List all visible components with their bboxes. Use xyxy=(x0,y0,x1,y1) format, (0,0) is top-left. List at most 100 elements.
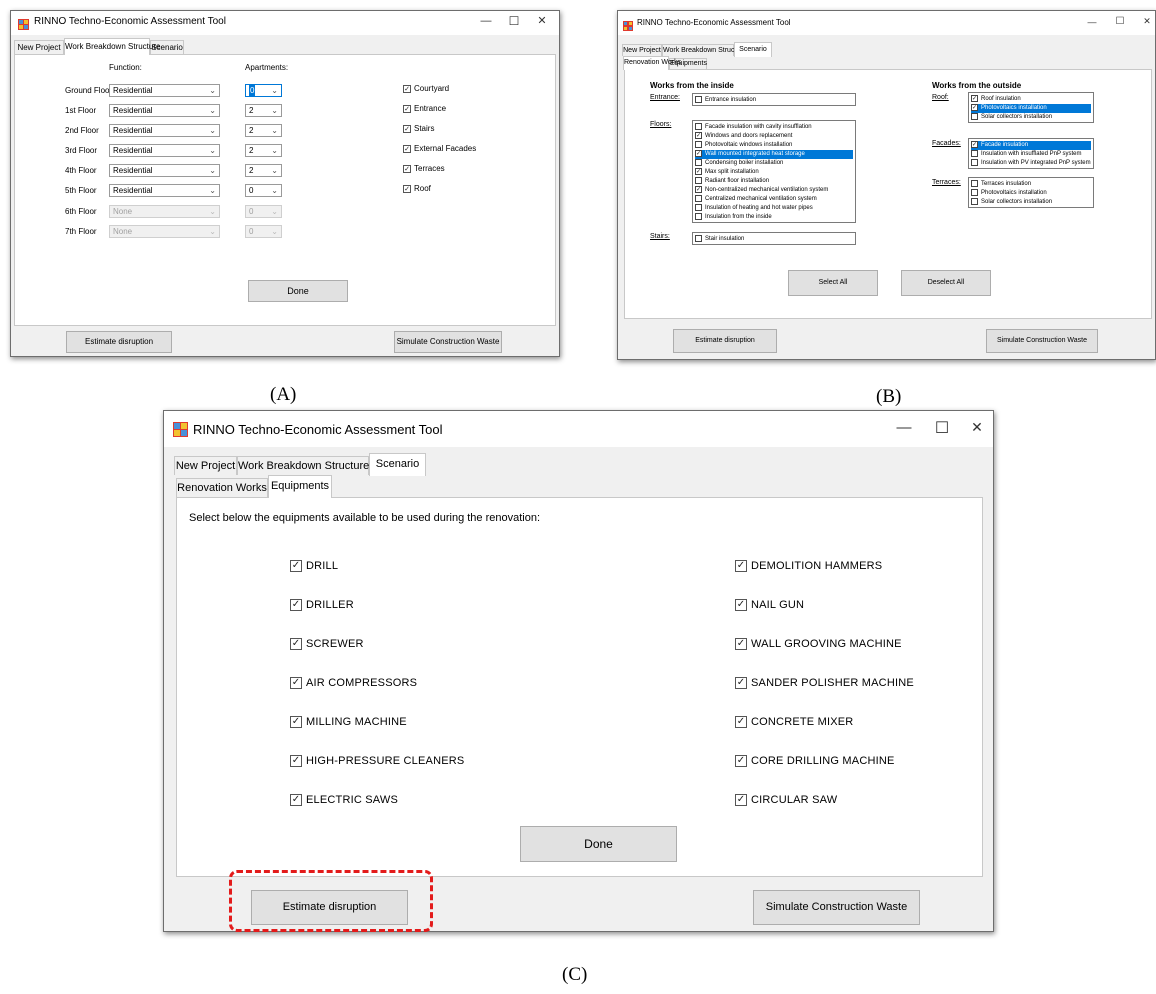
equipment-checkbox[interactable]: ✓ CONCRETE MIXER xyxy=(735,716,854,729)
floors-listbox[interactable]: Facade insulation with cavity insufflati… xyxy=(692,120,856,223)
list-item[interactable]: Insulation with PV integrated PnP system xyxy=(971,159,1091,168)
apartments-select[interactable]: 2 ⌄ xyxy=(245,164,282,177)
tab-new-project[interactable]: New Project xyxy=(622,44,662,56)
done-button[interactable]: Done xyxy=(520,826,677,862)
checkbox-box xyxy=(695,204,702,211)
equipment-checkbox[interactable]: ✓ ELECTRIC SAWS xyxy=(290,794,398,807)
tab-new-project[interactable]: New Project xyxy=(174,456,237,475)
list-item[interactable]: ✓ Roof insulation xyxy=(971,95,1091,104)
apartments-select[interactable]: 2 ⌄ xyxy=(245,104,282,117)
list-item[interactable]: Insulation with insufflated PnP system xyxy=(971,150,1091,159)
equipment-checkbox[interactable]: ✓ HIGH-PRESSURE CLEANERS xyxy=(290,755,464,768)
list-item[interactable]: Terraces insulation xyxy=(971,180,1091,189)
equipment-label: CONCRETE MIXER xyxy=(751,716,854,728)
function-select[interactable]: Residential ⌄ xyxy=(109,184,220,197)
checkbox-label: Roof xyxy=(414,184,431,193)
list-item[interactable]: Photovoltaics installation xyxy=(971,189,1091,198)
area-checkbox[interactable]: ✓ External Facades xyxy=(403,144,476,153)
simulate-construction-waste-button[interactable]: Simulate Construction Waste xyxy=(753,890,920,925)
list-item[interactable]: ✓ Non-centralized mechanical ventilation … xyxy=(695,186,853,195)
tab-new-project[interactable]: New Project xyxy=(14,40,64,54)
simulate-construction-waste-button[interactable]: Simulate Construction Waste xyxy=(986,329,1098,353)
area-checkbox[interactable]: ✓ Stairs xyxy=(403,124,434,133)
floor-label: Ground Floor xyxy=(65,86,113,95)
equipment-checkbox[interactable]: ✓ CIRCULAR SAW xyxy=(735,794,837,807)
terraces-listbox[interactable]: Terraces insulation Photovoltaics install… xyxy=(968,177,1094,208)
area-checkbox[interactable]: ✓ Courtyard xyxy=(403,84,449,93)
window-a: RINNO Techno-Economic Assessment Tool — … xyxy=(10,10,560,357)
facades-listbox[interactable]: ✓ Facade insulation Insulation with insuff… xyxy=(968,138,1094,169)
apartments-select[interactable]: 2 ⌄ xyxy=(245,144,282,157)
close-button[interactable]: ✕ xyxy=(533,14,551,27)
caption-b: (B) xyxy=(876,386,902,407)
equipment-label: DEMOLITION HAMMERS xyxy=(751,560,883,572)
equipment-checkbox[interactable]: ✓ DRILLER xyxy=(290,599,354,612)
function-select[interactable]: Residential ⌄ xyxy=(109,84,220,97)
close-button[interactable]: ✕ xyxy=(965,419,989,436)
list-item[interactable]: ✓ Windows and doors replacement xyxy=(695,132,853,141)
stairs-listbox[interactable]: Stair insulation xyxy=(692,232,856,245)
checkbox-box: ✓ xyxy=(403,104,411,113)
equipment-checkbox[interactable]: ✓ NAIL GUN xyxy=(735,599,804,612)
tab-equipments[interactable]: Equipments xyxy=(268,475,332,498)
estimate-disruption-button[interactable]: Estimate disruption xyxy=(673,329,777,353)
list-item[interactable]: Condensing boiler installation xyxy=(695,159,853,168)
equipment-checkbox[interactable]: ✓ DRILL xyxy=(290,560,338,573)
tab-work-breakdown-structure[interactable]: Work Breakdown Structure xyxy=(64,38,160,55)
minimize-button[interactable]: — xyxy=(1084,17,1100,27)
select-all-button[interactable]: Select All xyxy=(788,270,878,296)
area-checkbox[interactable]: ✓ Entrance xyxy=(403,104,446,113)
apartments-select[interactable]: 2 ⌄ xyxy=(245,124,282,137)
tab-work-breakdown-structure[interactable]: Work Breakdown Structure xyxy=(662,44,747,56)
list-item[interactable]: Insulation of heating and hot water pipe… xyxy=(695,204,853,213)
equipment-checkbox[interactable]: ✓ DEMOLITION HAMMERS xyxy=(735,560,883,573)
function-select[interactable]: Residential ⌄ xyxy=(109,164,220,177)
list-item[interactable]: Solar collectors installation xyxy=(971,113,1091,122)
area-checkbox[interactable]: ✓ Roof xyxy=(403,184,431,193)
equipment-checkbox[interactable]: ✓ MILLING MACHINE xyxy=(290,716,407,729)
done-button[interactable]: Done xyxy=(248,280,348,302)
list-item[interactable]: Entrance insulation xyxy=(695,96,853,105)
entrance-listbox[interactable]: Entrance insulation xyxy=(692,93,856,106)
tab-scenario[interactable]: Scenario xyxy=(369,453,426,476)
function-select[interactable]: Residential ⌄ xyxy=(109,144,220,157)
apartments-select-value: 2 xyxy=(249,166,254,175)
simulate-construction-waste-button[interactable]: Simulate Construction Waste xyxy=(394,331,502,353)
function-select[interactable]: Residential ⌄ xyxy=(109,104,220,117)
maximize-button[interactable]: ☐ xyxy=(505,14,523,28)
equipment-checkbox[interactable]: ✓ SANDER POLISHER MACHINE xyxy=(735,677,914,690)
apartments-select[interactable]: 0 ⌄ xyxy=(245,184,282,197)
area-checkbox[interactable]: ✓ Terraces xyxy=(403,164,445,173)
floor-label: 4th Floor xyxy=(65,166,97,175)
minimize-button[interactable]: — xyxy=(892,419,916,436)
equipment-checkbox[interactable]: ✓ SCREWER xyxy=(290,638,364,651)
roof-listbox[interactable]: ✓ Roof insulation ✓ Photovoltaics installat… xyxy=(968,92,1094,123)
list-item[interactable]: Radiant floor installation xyxy=(695,177,853,186)
list-item[interactable]: Photovoltaic windows installation xyxy=(695,141,853,150)
list-item[interactable]: ✓ Max split installation xyxy=(695,168,853,177)
maximize-button[interactable]: ☐ xyxy=(930,418,954,438)
list-item[interactable]: ✓ Facade insulation xyxy=(971,141,1091,150)
list-item[interactable]: ✓ Photovoltaics installation xyxy=(971,104,1091,113)
apartments-select[interactable]: 0 ⌄ xyxy=(245,84,282,97)
minimize-button[interactable]: — xyxy=(477,15,495,27)
tab-scenario[interactable]: Scenario xyxy=(734,42,772,57)
close-button[interactable]: ✕ xyxy=(1140,16,1154,27)
equipment-checkbox[interactable]: ✓ WALL GROOVING MACHINE xyxy=(735,638,902,651)
list-item[interactable]: ✓ Wall mounted integrated heat storage xyxy=(695,150,853,159)
window-b: RINNO Techno-Economic Assessment Tool — … xyxy=(617,10,1156,360)
list-item[interactable]: Centralized mechanical ventilation syste… xyxy=(695,195,853,204)
list-item[interactable]: Facade insulation with cavity insufflati… xyxy=(695,123,853,132)
maximize-button[interactable]: ☐ xyxy=(1112,16,1128,27)
list-item[interactable]: Insulation from the inside xyxy=(695,213,853,222)
tab-work-breakdown-structure[interactable]: Work Breakdown Structure xyxy=(237,456,369,475)
deselect-all-button[interactable]: Deselect All xyxy=(901,270,991,296)
equipment-checkbox[interactable]: ✓ CORE DRILLING MACHINE xyxy=(735,755,895,768)
equipment-checkbox[interactable]: ✓ AIR COMPRESSORS xyxy=(290,677,417,690)
list-item[interactable]: Stair insulation xyxy=(695,235,853,244)
estimate-disruption-button[interactable]: Estimate disruption xyxy=(66,331,172,353)
tab-renovation-works[interactable]: Renovation Works xyxy=(623,56,681,70)
function-select[interactable]: Residential ⌄ xyxy=(109,124,220,137)
tab-renovation-works[interactable]: Renovation Works xyxy=(176,478,268,497)
list-item[interactable]: Solar collectors installation xyxy=(971,198,1091,207)
